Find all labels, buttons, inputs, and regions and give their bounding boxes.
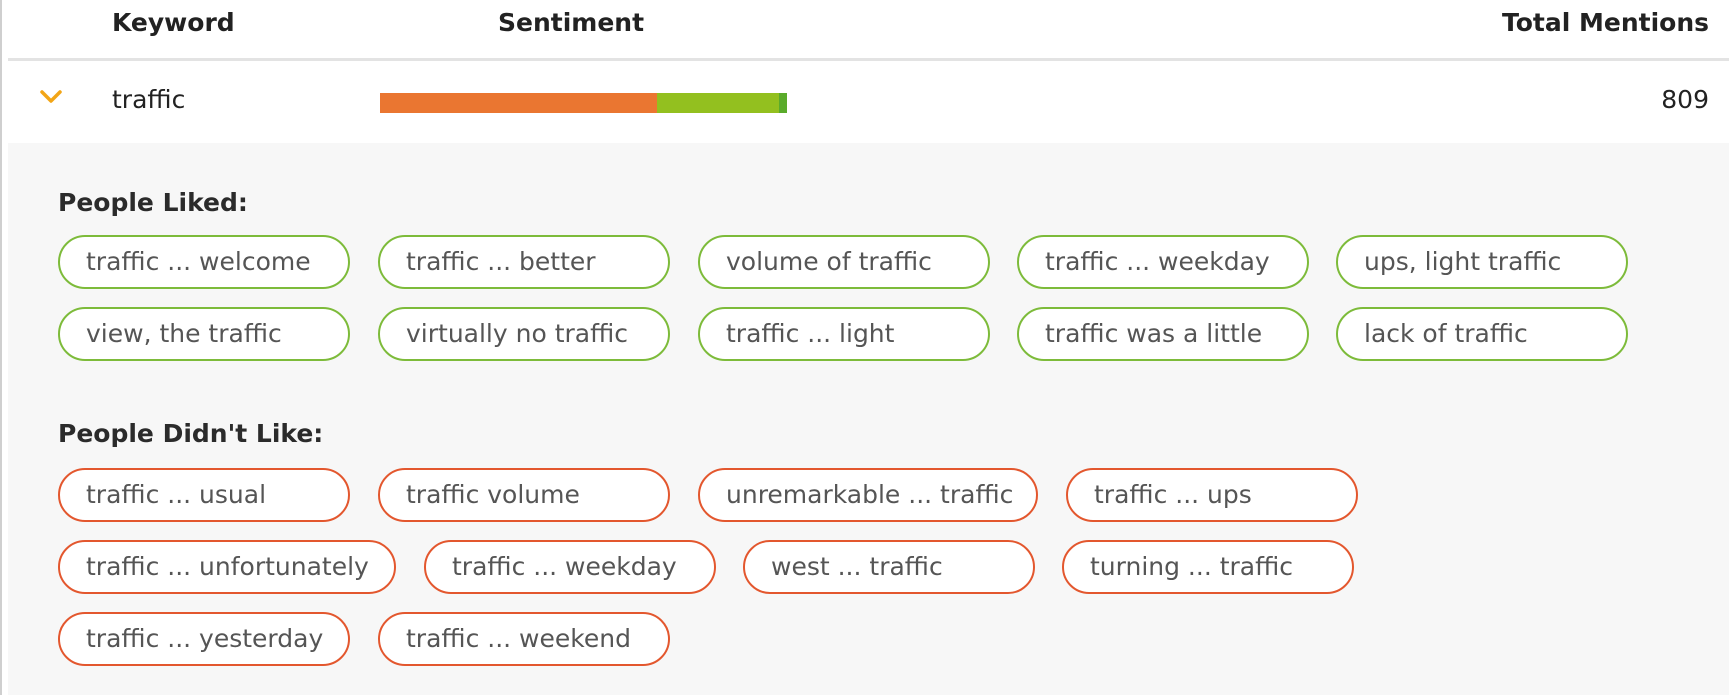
disliked-phrase-pill[interactable]: traffic ... unfortunately: [58, 540, 396, 594]
column-header-sentiment[interactable]: Sentiment: [498, 8, 644, 37]
sentiment-segment-negative: [380, 93, 657, 113]
disliked-phrase-pill[interactable]: unremarkable ... traffic: [698, 468, 1038, 522]
liked-phrase-pill[interactable]: traffic ... light: [698, 307, 990, 361]
table-header: Keyword Sentiment Total Mentions: [8, 0, 1729, 61]
disliked-phrase-pill[interactable]: west ... traffic: [743, 540, 1035, 594]
liked-phrase-pill[interactable]: traffic ... better: [378, 235, 670, 289]
keyword-label: traffic: [112, 85, 186, 114]
sentiment-segment-very-positive: [779, 93, 787, 113]
disliked-phrase-pill[interactable]: traffic ... weekend: [378, 612, 670, 666]
disliked-phrase-pill[interactable]: traffic ... yesterday: [58, 612, 350, 666]
left-border: [0, 0, 2, 695]
table-row[interactable]: traffic 809: [8, 61, 1729, 144]
keyword-detail-panel: People Liked: traffic ... welcome traffic…: [8, 143, 1729, 695]
total-mentions-value: 809: [1661, 85, 1709, 114]
liked-phrase-pill[interactable]: view, the traffic: [58, 307, 350, 361]
disliked-phrase-pill[interactable]: traffic ... weekday: [424, 540, 716, 594]
disliked-phrase-pill[interactable]: traffic ... ups: [1066, 468, 1358, 522]
sentiment-segment-positive: [657, 93, 779, 113]
liked-phrase-pill[interactable]: volume of traffic: [698, 235, 990, 289]
disliked-phrase-pill[interactable]: traffic volume: [378, 468, 670, 522]
people-didnt-like-title: People Didn't Like:: [58, 419, 324, 448]
liked-phrase-pill[interactable]: virtually no traffic: [378, 307, 670, 361]
liked-phrase-pill[interactable]: lack of traffic: [1336, 307, 1628, 361]
chevron-down-icon[interactable]: [38, 84, 64, 110]
sentiment-bar: [380, 93, 787, 113]
liked-phrase-pill[interactable]: traffic was a little: [1017, 307, 1309, 361]
disliked-phrase-pill[interactable]: traffic ... usual: [58, 468, 350, 522]
liked-phrase-pill[interactable]: traffic ... weekday: [1017, 235, 1309, 289]
liked-phrase-pill[interactable]: ups, light traffic: [1336, 235, 1628, 289]
liked-phrase-pill[interactable]: traffic ... welcome: [58, 235, 350, 289]
column-header-total-mentions[interactable]: Total Mentions: [1502, 8, 1709, 37]
column-header-keyword[interactable]: Keyword: [112, 8, 235, 37]
people-liked-title: People Liked:: [58, 188, 248, 217]
disliked-phrase-pill[interactable]: turning ... traffic: [1062, 540, 1354, 594]
